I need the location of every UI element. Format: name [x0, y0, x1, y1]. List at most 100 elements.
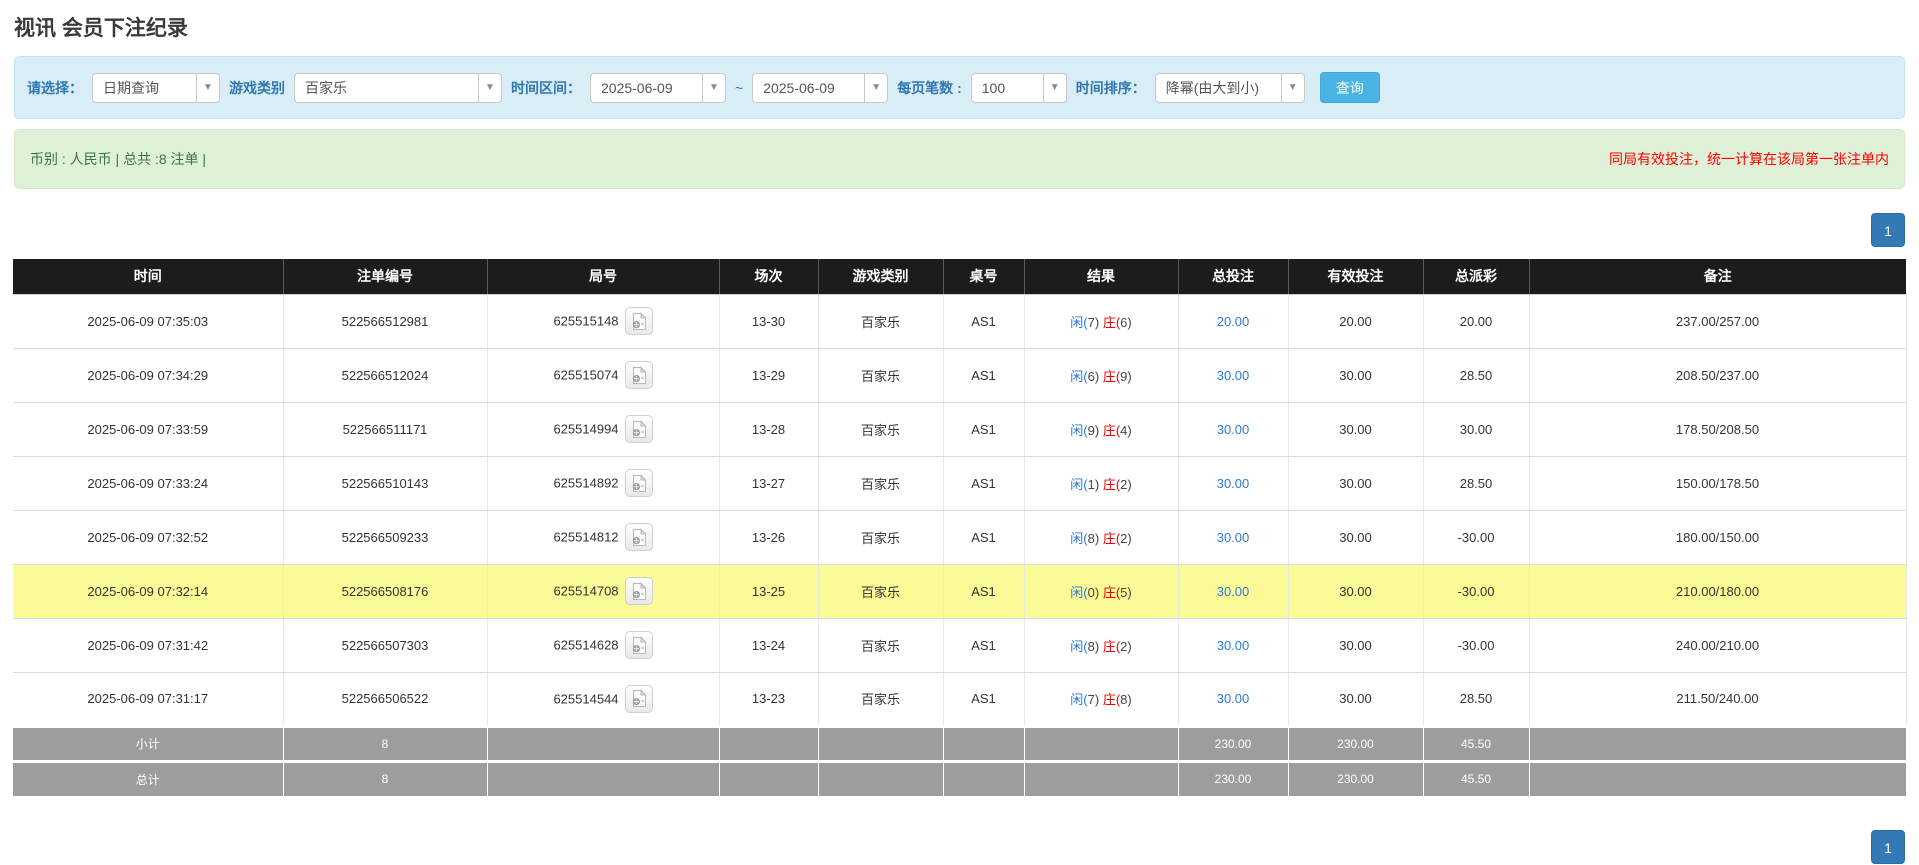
round-id: 625515148: [553, 314, 618, 329]
chevron-down-icon[interactable]: ▼: [1281, 73, 1305, 103]
video-replay-button[interactable]: [625, 361, 653, 389]
col-header-result: 结果: [1024, 259, 1178, 294]
video-file-icon: [630, 636, 647, 655]
currency-summary-text: 币别 : 人民币 | 总共 :8 注单 |: [30, 149, 206, 169]
time-sort-label: 时间排序：: [1076, 78, 1146, 98]
subtotal-valid-bet: 230.00: [1288, 726, 1423, 761]
video-replay-button[interactable]: [625, 415, 653, 443]
cell-bet-id: 522566509233: [283, 510, 487, 564]
chevron-down-icon[interactable]: ▼: [702, 73, 726, 103]
game-type-value[interactable]: 百家乐: [294, 73, 478, 103]
player-result: 闲(1): [1070, 474, 1099, 493]
table-header-row: 时间 注单编号 局号 场次 游戏类别 桌号 结果 总投注 有效投注 总派彩 备注: [13, 259, 1906, 294]
page-size-label: 每页笔数 :: [897, 78, 962, 98]
cell-result: 闲(1) 庄(2): [1024, 456, 1178, 510]
date-to-combo[interactable]: 2025-06-09 ▼: [752, 73, 888, 103]
total-bet-link[interactable]: 30.00: [1217, 530, 1250, 545]
cell-total-bet: 30.00: [1178, 510, 1288, 564]
cell-payout: 28.50: [1423, 456, 1529, 510]
grand-total-payout: 45.50: [1423, 761, 1529, 796]
cell-note: 210.00/180.00: [1529, 564, 1906, 618]
chevron-down-icon[interactable]: ▼: [864, 73, 888, 103]
date-from-combo[interactable]: 2025-06-09 ▼: [590, 73, 726, 103]
cell-time: 2025-06-09 07:33:24: [13, 456, 283, 510]
cell-table-no: AS1: [943, 456, 1024, 510]
banker-result: 庄(2): [1103, 636, 1132, 655]
video-replay-button[interactable]: [625, 631, 653, 659]
cell-valid-bet: 30.00: [1288, 348, 1423, 402]
grand-total-label: 总计: [13, 761, 283, 796]
table-row: 2025-06-09 07:32:52 522566509233 6255148…: [13, 510, 1906, 564]
total-bet-link[interactable]: 30.00: [1217, 422, 1250, 437]
player-result: 闲(8): [1070, 636, 1099, 655]
cell-note: 178.50/208.50: [1529, 402, 1906, 456]
cell-time: 2025-06-09 07:35:03: [13, 294, 283, 348]
table-row: 2025-06-09 07:31:42 522566507303 6255146…: [13, 618, 1906, 672]
bet-records-table: 时间 注单编号 局号 场次 游戏类别 桌号 结果 总投注 有效投注 总派彩 备注…: [13, 259, 1907, 796]
cell-payout: 20.00: [1423, 294, 1529, 348]
page-1-button[interactable]: 1: [1871, 213, 1905, 247]
video-replay-button[interactable]: [625, 523, 653, 551]
col-header-note: 备注: [1529, 259, 1906, 294]
total-bet-link[interactable]: 20.00: [1217, 314, 1250, 329]
page-title: 视讯 会员下注纪录: [14, 12, 1919, 42]
select-mode-value[interactable]: 日期查询: [92, 73, 196, 103]
select-mode-combo[interactable]: 日期查询 ▼: [92, 73, 220, 103]
time-range-label: 时间区间：: [511, 78, 581, 98]
cell-bet-id: 522566507303: [283, 618, 487, 672]
notice-bar: 币别 : 人民币 | 总共 :8 注单 | 同局有效投注，统一计算在该局第一张注…: [14, 129, 1905, 189]
page-1-button-bottom[interactable]: 1: [1871, 830, 1905, 864]
chevron-down-icon[interactable]: ▼: [196, 73, 220, 103]
total-bet-link[interactable]: 30.00: [1217, 368, 1250, 383]
total-bet-link[interactable]: 30.00: [1217, 691, 1250, 706]
player-result: 闲(0): [1070, 582, 1099, 601]
cell-table-no: AS1: [943, 618, 1024, 672]
col-header-payout: 总派彩: [1423, 259, 1529, 294]
cell-time: 2025-06-09 07:31:17: [13, 672, 283, 726]
date-from-value[interactable]: 2025-06-09: [590, 73, 702, 103]
video-replay-button[interactable]: [625, 469, 653, 497]
cell-round: 625515148: [487, 294, 719, 348]
date-to-value[interactable]: 2025-06-09: [752, 73, 864, 103]
cell-bet-id: 522566508176: [283, 564, 487, 618]
cell-game: 百家乐: [818, 348, 943, 402]
page-size-combo[interactable]: 100 ▼: [971, 73, 1067, 103]
video-replay-button[interactable]: [625, 577, 653, 605]
cell-time: 2025-06-09 07:32:52: [13, 510, 283, 564]
cell-valid-bet: 30.00: [1288, 456, 1423, 510]
cell-note: 150.00/178.50: [1529, 456, 1906, 510]
cell-payout: -30.00: [1423, 618, 1529, 672]
chevron-down-icon[interactable]: ▼: [478, 73, 502, 103]
col-header-time: 时间: [13, 259, 283, 294]
cell-table-no: AS1: [943, 402, 1024, 456]
time-sort-combo[interactable]: 降幂(由大到小) ▼: [1155, 73, 1305, 103]
chevron-down-icon[interactable]: ▼: [1043, 73, 1067, 103]
cell-game: 百家乐: [818, 672, 943, 726]
game-type-label: 游戏类别: [229, 78, 285, 98]
cell-valid-bet: 30.00: [1288, 672, 1423, 726]
search-button[interactable]: 查询: [1320, 72, 1380, 103]
game-type-combo[interactable]: 百家乐 ▼: [294, 73, 502, 103]
round-id: 625514994: [553, 422, 618, 437]
video-replay-button[interactable]: [625, 685, 653, 713]
cell-total-bet: 30.00: [1178, 564, 1288, 618]
time-sort-value[interactable]: 降幂(由大到小): [1155, 73, 1281, 103]
cell-time: 2025-06-09 07:32:14: [13, 564, 283, 618]
total-bet-link[interactable]: 30.00: [1217, 476, 1250, 491]
banker-result: 庄(2): [1103, 528, 1132, 547]
cell-time: 2025-06-09 07:31:42: [13, 618, 283, 672]
video-replay-button[interactable]: [625, 307, 653, 335]
cell-game: 百家乐: [818, 618, 943, 672]
player-result: 闲(8): [1070, 528, 1099, 547]
cell-bet-id: 522566506522: [283, 672, 487, 726]
page-size-value[interactable]: 100: [971, 73, 1043, 103]
cell-valid-bet: 30.00: [1288, 402, 1423, 456]
banker-result: 庄(6): [1103, 312, 1132, 331]
total-bet-link[interactable]: 30.00: [1217, 638, 1250, 653]
col-header-table-no: 桌号: [943, 259, 1024, 294]
table-row: 2025-06-09 07:31:17 522566506522 6255145…: [13, 672, 1906, 726]
banker-result: 庄(2): [1103, 474, 1132, 493]
cell-session: 13-26: [719, 510, 818, 564]
grand-total-valid-bet: 230.00: [1288, 761, 1423, 796]
total-bet-link[interactable]: 30.00: [1217, 584, 1250, 599]
